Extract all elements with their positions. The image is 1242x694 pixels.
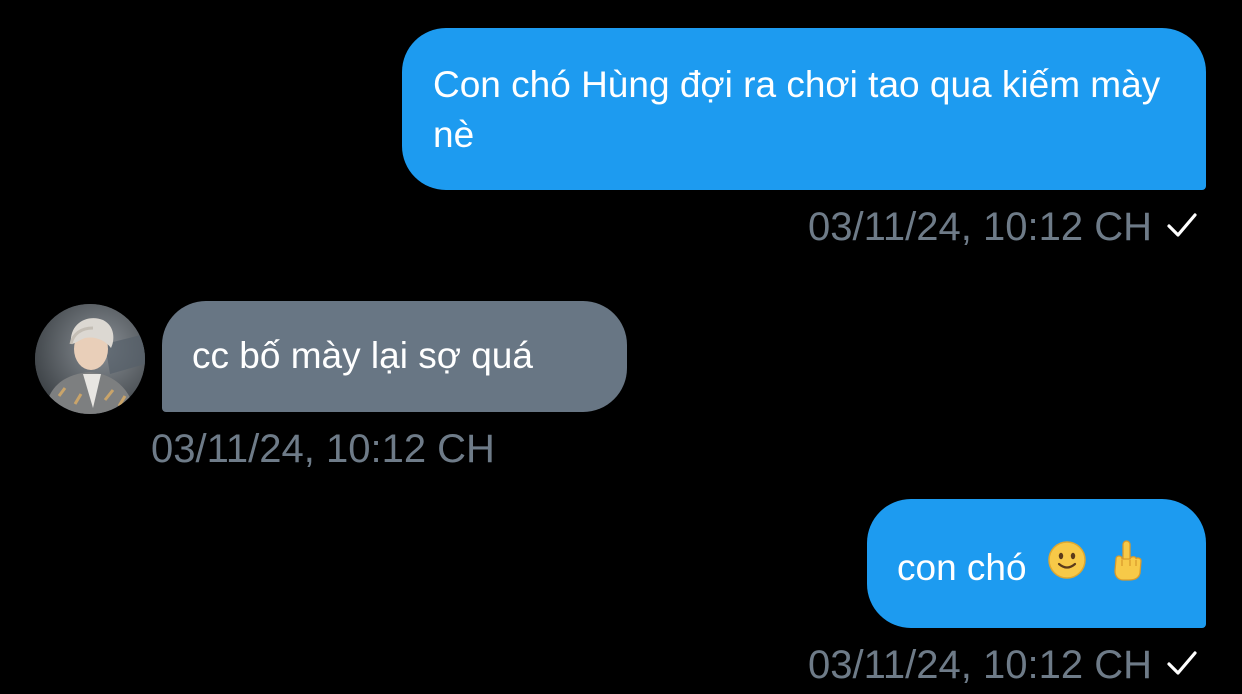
message-bubble-sent[interactable]: con chó — [867, 499, 1206, 628]
message-meta: 03/11/24, 10:12 CH — [808, 642, 1198, 688]
checkmark-icon — [1166, 203, 1198, 249]
message-text: cc bố mày lại sợ quá — [192, 335, 533, 376]
middle-finger-emoji — [1109, 539, 1143, 594]
message-text: con chó — [897, 547, 1027, 588]
message-meta: 03/11/24, 10:12 CH — [151, 426, 495, 472]
message-bubble-received[interactable]: cc bố mày lại sợ quá — [162, 301, 627, 412]
chat-thread: Con chó Hùng đợi ra chơi tao qua kiếm mà… — [0, 0, 1242, 694]
message-bubble-sent[interactable]: Con chó Hùng đợi ra chơi tao qua kiếm mà… — [402, 28, 1206, 190]
avatar[interactable] — [35, 304, 145, 414]
message-text: Con chó Hùng đợi ra chơi tao qua kiếm mà… — [433, 64, 1161, 155]
slightly-smiling-face-emoji — [1047, 540, 1087, 593]
checkmark-icon — [1166, 641, 1198, 687]
message-timestamp: 03/11/24, 10:12 CH — [808, 643, 1152, 687]
message-timestamp: 03/11/24, 10:12 CH — [808, 205, 1152, 249]
message-meta: 03/11/24, 10:12 CH — [808, 204, 1198, 250]
message-timestamp: 03/11/24, 10:12 CH — [151, 427, 495, 471]
